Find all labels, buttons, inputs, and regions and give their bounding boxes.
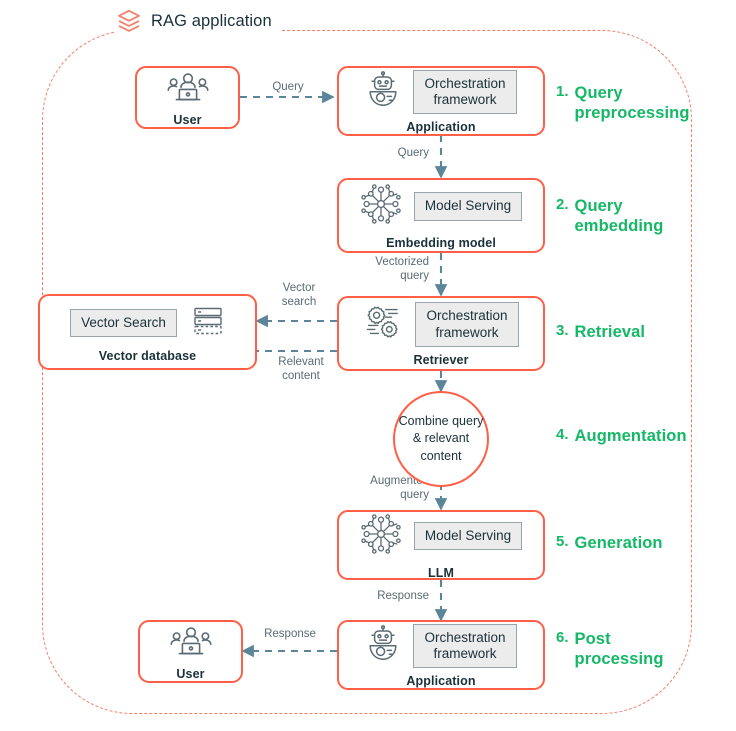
chip-orchestration-framework-bottom: Orchestration framework: [413, 623, 517, 669]
neural-network-icon: [360, 513, 402, 560]
node-retriever-label: Retriever: [413, 352, 469, 367]
node-embedding-model-label: Embedding model: [386, 236, 496, 250]
database-stack-icon: [191, 304, 225, 343]
robot-icon: [365, 70, 401, 114]
robot-icon: [365, 624, 401, 668]
node-llm[interactable]: Model Serving LLM: [337, 510, 545, 580]
users-group-icon: [166, 72, 210, 107]
diagram-canvas: RAG application Query Query Vectorized q…: [0, 0, 736, 731]
node-user-top-label: User: [173, 113, 202, 127]
node-combine-text: Combine query & relevant content: [398, 414, 484, 463]
step-5-label: Generation: [574, 534, 663, 552]
step-2-query-embedding: 2. Query embedding: [556, 196, 663, 237]
edge-label-llm-to-app: Response: [377, 590, 429, 602]
edge-label-app-to-embedding: Query: [397, 147, 429, 159]
step-5-number: 5.: [556, 533, 569, 550]
gears-icon: [363, 303, 403, 346]
edge-label-embedding-to-retriever: Vectorized query: [375, 256, 429, 283]
edge-label-app-to-user: Response: [264, 628, 316, 640]
chip-orchestration-framework-top: Orchestration framework: [413, 69, 517, 115]
node-retriever[interactable]: Orchestration framework Retriever: [337, 296, 545, 371]
step-3-label: Retrieval: [574, 323, 646, 341]
layers-icon: [116, 8, 142, 34]
diagram-title: RAG application: [114, 8, 280, 34]
chip-orchestration-framework-retriever: Orchestration framework: [415, 302, 519, 347]
step-3-number: 3.: [556, 322, 569, 339]
step-4-label: Augmentation: [574, 427, 687, 445]
edge-label-retriever-to-vectordb: Vector search: [281, 282, 317, 309]
step-1-label: Query preprocessing: [574, 84, 690, 123]
node-vector-database-label: Vector database: [98, 348, 197, 363]
node-user-top[interactable]: User: [135, 66, 240, 129]
step-1-number: 1.: [556, 83, 569, 100]
node-application-top[interactable]: Orchestration framework Application: [337, 66, 545, 136]
node-user-bottom-label: User: [176, 667, 205, 681]
node-llm-label: LLM: [428, 565, 454, 580]
neural-network-icon: [360, 183, 402, 230]
diagram-title-text: RAG application: [151, 11, 272, 30]
chip-model-serving-llm: Model Serving: [413, 521, 523, 551]
node-vector-database[interactable]: Vector Search Vector database: [38, 294, 257, 370]
step-6-number: 6.: [556, 629, 569, 646]
step-5-generation: 5. Generation: [556, 533, 663, 553]
step-4-number: 4.: [556, 426, 569, 443]
chip-model-serving-embedding: Model Serving: [413, 192, 523, 221]
step-2-label: Query embedding: [574, 197, 664, 236]
step-6-post-processing: 6. Post processing: [556, 629, 664, 670]
node-application-bottom-label: Application: [406, 674, 476, 689]
node-user-bottom[interactable]: User: [138, 620, 243, 683]
node-application-bottom[interactable]: Orchestration framework Application: [337, 620, 545, 690]
users-group-icon: [169, 626, 213, 661]
step-6-label: Post processing: [574, 630, 664, 669]
step-1-query-preprocessing: 1. Query preprocessing: [556, 83, 690, 124]
edge-label-vectordb-to-retriever: Relevant content: [278, 356, 324, 383]
node-application-top-label: Application: [406, 120, 476, 135]
step-2-number: 2.: [556, 196, 569, 213]
node-combine-query-relevant-content[interactable]: Combine query & relevant content: [393, 391, 489, 487]
step-4-augmentation: 4. Augmentation: [556, 426, 687, 446]
edge-label-user-to-app: Query: [272, 81, 304, 93]
step-3-retrieval: 3. Retrieval: [556, 322, 645, 342]
chip-vector-search: Vector Search: [70, 308, 177, 338]
node-embedding-model[interactable]: Model Serving Embedding model: [337, 178, 545, 253]
